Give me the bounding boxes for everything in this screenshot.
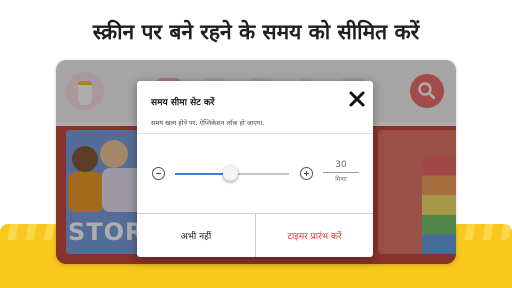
close-icon [349,91,365,107]
dialog-title: समय सीमा सेट करें [151,98,215,108]
slider-fill [175,173,230,175]
not-now-button[interactable]: अभी नहीं [137,214,255,257]
slider-handle[interactable] [222,166,238,181]
promo-headline: स्क्रीन पर बने रहने के समय को सीमित करें [92,20,420,44]
minus-circle-icon[interactable] [152,167,165,180]
plus-circle-icon[interactable] [300,167,313,180]
divider [137,133,373,134]
close-button[interactable] [347,89,367,109]
start-timer-button[interactable]: टाइमर प्रारंभ करें [256,214,373,257]
time-slider[interactable] [175,166,289,181]
time-value-display: 30 मिनट [323,160,359,183]
time-value: 30 [323,160,359,173]
time-unit: मिनट [335,176,347,183]
dialog-subtitle: समय खत्म होने पर, ऐप्लिकेशन लॉक हो जाएगा… [151,119,265,127]
time-limit-dialog: समय सीमा सेट करें समय खत्म होने पर, ऐप्ल… [137,81,373,257]
